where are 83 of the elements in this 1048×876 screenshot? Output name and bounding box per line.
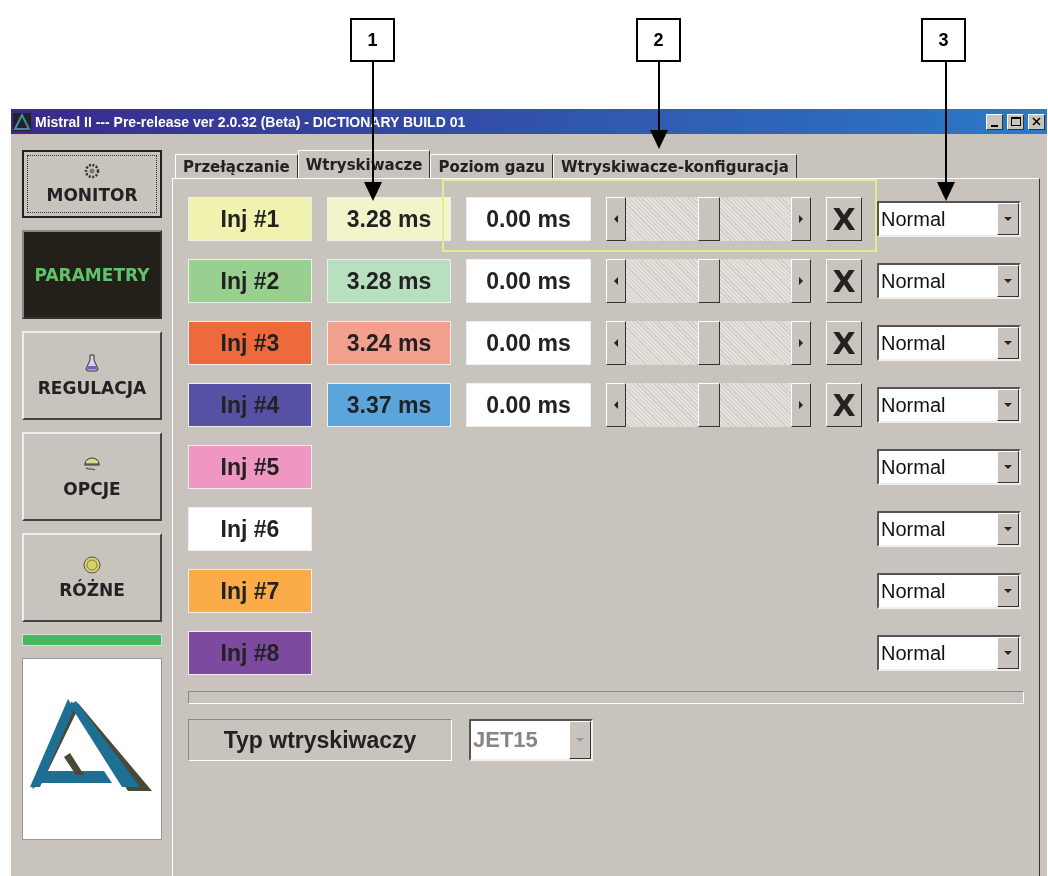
injector-label: Inj #3	[188, 321, 312, 365]
caret-icon	[1004, 527, 1012, 531]
scroll-left-button[interactable]	[606, 259, 626, 303]
measured-time: 3.28 ms	[327, 259, 451, 303]
correction-field[interactable]: 0.00 ms	[466, 383, 591, 427]
correction-field[interactable]: 0.00 ms	[466, 259, 591, 303]
caret-icon	[1004, 589, 1012, 593]
scroll-thumb[interactable]	[697, 321, 720, 365]
scroll-thumb[interactable]	[697, 197, 720, 241]
mode-dropdown[interactable]: Normal	[877, 635, 1021, 671]
sidebar-button[interactable]: OPCJE	[22, 432, 162, 521]
caret-icon	[1004, 217, 1012, 221]
mode-dropdown[interactable]: Normal	[877, 201, 1021, 237]
right-arrow-icon	[799, 401, 803, 409]
injector-type-label: Typ wtryskiwaczy	[188, 719, 452, 761]
logo-icon	[13, 112, 31, 131]
correction-scrollbar[interactable]	[606, 197, 811, 241]
injector-label: Inj #4	[188, 383, 312, 427]
tab[interactable]: Poziom gazu	[430, 154, 554, 178]
correction-field[interactable]: 0.00 ms	[466, 321, 591, 365]
injector-label: Inj #1	[188, 197, 312, 241]
mode-dropdown[interactable]: Normal	[877, 387, 1021, 423]
mode-dropdown[interactable]: Normal	[877, 449, 1021, 485]
measured-time: 3.28 ms	[327, 197, 451, 241]
right-arrow-icon	[799, 339, 803, 347]
scroll-thumb[interactable]	[697, 259, 720, 303]
caret-icon	[576, 738, 584, 742]
scroll-right-button[interactable]	[791, 259, 811, 303]
left-arrow-icon	[614, 339, 618, 347]
scroll-left-button[interactable]	[606, 197, 626, 241]
tab[interactable]: Przełączanie	[175, 154, 298, 178]
left-arrow-icon	[614, 401, 618, 409]
reset-button[interactable]: X	[826, 197, 862, 241]
sidebar-button[interactable]: RÓŻNE	[22, 533, 162, 622]
callout-number: 3	[921, 18, 966, 62]
injector-label: Inj #5	[188, 445, 312, 489]
reset-button[interactable]: X	[826, 321, 862, 365]
injector-label: Inj #2	[188, 259, 312, 303]
maximize-icon	[1010, 117, 1021, 126]
reset-button[interactable]: X	[826, 259, 862, 303]
right-arrow-icon	[799, 215, 803, 223]
helmet-icon	[82, 454, 102, 473]
close-button[interactable]	[1028, 113, 1045, 130]
correction-scrollbar[interactable]	[606, 383, 811, 427]
measured-time: 3.37 ms	[327, 383, 451, 427]
injector-label: Inj #7	[188, 569, 312, 613]
mode-dropdown[interactable]: Normal	[877, 325, 1021, 361]
scroll-right-button[interactable]	[791, 383, 811, 427]
callout-number: 2	[636, 18, 681, 62]
measured-time: 3.24 ms	[327, 321, 451, 365]
scroll-left-button[interactable]	[606, 383, 626, 427]
caret-icon	[1004, 465, 1012, 469]
scroll-right-button[interactable]	[791, 197, 811, 241]
mode-dropdown[interactable]: Normal	[877, 511, 1021, 547]
caret-icon	[1004, 341, 1012, 345]
coin-icon	[83, 555, 101, 574]
reset-button[interactable]: X	[826, 383, 862, 427]
mode-dropdown[interactable]: Normal	[877, 573, 1021, 609]
flask-icon	[85, 353, 99, 372]
maximize-button[interactable]	[1007, 113, 1024, 130]
correction-scrollbar[interactable]	[606, 259, 811, 303]
left-arrow-icon	[614, 277, 618, 285]
mode-dropdown[interactable]: Normal	[877, 263, 1021, 299]
scroll-thumb[interactable]	[697, 383, 720, 427]
callout-number: 1	[350, 18, 395, 62]
tab[interactable]: Wtryskiwacze-konfiguracja	[553, 154, 797, 178]
caret-icon	[1004, 651, 1012, 655]
injector-label: Inj #6	[188, 507, 312, 551]
scroll-left-button[interactable]	[606, 321, 626, 365]
correction-scrollbar[interactable]	[606, 321, 811, 365]
gear-icon	[84, 163, 100, 179]
sidebar-button[interactable]: PARAMETRY	[22, 230, 162, 319]
correction-field[interactable]: 0.00 ms	[466, 197, 591, 241]
sidebar-button[interactable]: REGULACJA	[22, 331, 162, 420]
injector-label: Inj #8	[188, 631, 312, 675]
right-arrow-icon	[799, 277, 803, 285]
caret-icon	[1004, 403, 1012, 407]
minimize-button[interactable]	[986, 113, 1003, 130]
left-arrow-icon	[614, 215, 618, 223]
caret-icon	[1004, 279, 1012, 283]
close-icon	[1032, 117, 1041, 126]
scroll-right-button[interactable]	[791, 321, 811, 365]
sidebar-button[interactable]: MONITOR	[22, 150, 162, 218]
